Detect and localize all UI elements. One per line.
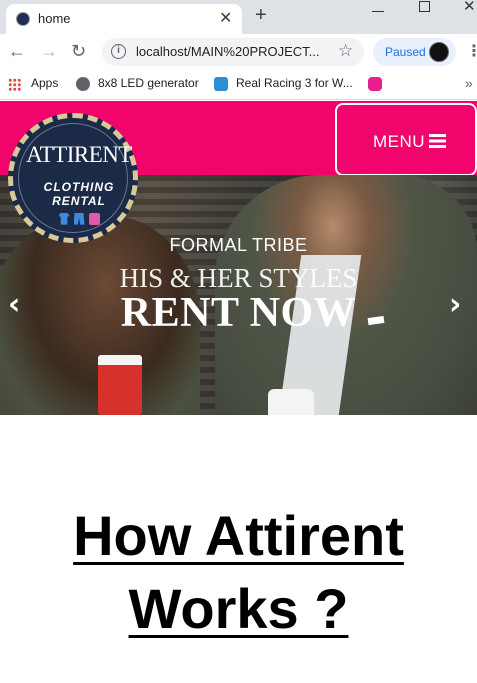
page-viewport: MENU FORMAL TRIBE HIS & HER STYLES RENT …	[0, 101, 477, 683]
address-bar[interactable]: i localhost/MAIN%20PROJECT... ☆	[102, 38, 364, 66]
logo-subtitle-rental: RENTAL	[52, 194, 106, 208]
jeans-icon	[73, 212, 85, 225]
tab-close-icon[interactable]: ✕	[219, 8, 232, 28]
browser-toolbar: ← → ↻ i localhost/MAIN%20PROJECT... ☆ Pa…	[0, 34, 477, 70]
shirt-icon	[58, 212, 70, 225]
bookmark-real-racing[interactable]: Real Racing 3 for W...	[236, 76, 353, 90]
site-logo[interactable]: ATTIRENT CLOTHING RENTAL	[8, 113, 138, 243]
how-it-works-heading: How Attirent Works ?	[0, 499, 477, 645]
tab-title: home	[38, 11, 71, 26]
heading-line-2: Works ?	[128, 577, 349, 640]
back-arrow-icon[interactable]: ←	[8, 41, 26, 62]
window-maximize-icon[interactable]	[419, 1, 430, 12]
browser-tab-home[interactable]: home ✕	[6, 4, 242, 34]
logo-ring: ATTIRENT CLOTHING RENTAL	[18, 123, 132, 233]
hero-image-cup-left	[98, 355, 142, 415]
new-tab-icon[interactable]: +	[255, 4, 267, 27]
window-close-icon[interactable]: ✕	[463, 0, 476, 15]
site-info-icon[interactable]: i	[111, 44, 126, 59]
site-favicon-icon	[16, 12, 30, 26]
menu-label: MENU	[373, 132, 426, 151]
logo-icons	[19, 210, 139, 225]
bookmark-star-icon[interactable]: ☆	[338, 41, 353, 61]
bookmark-led-generator[interactable]: 8x8 LED generator	[98, 76, 199, 90]
webassembly-icon[interactable]	[368, 77, 382, 91]
forward-arrow-icon[interactable]: →	[40, 41, 58, 62]
reload-icon[interactable]: ↻	[71, 41, 86, 62]
hero-image-cup-right	[268, 389, 314, 415]
bookmarks-overflow-icon[interactable]: »	[465, 75, 473, 91]
menu-button[interactable]: MENU	[335, 103, 477, 176]
logo-title: ATTIRENT	[26, 142, 132, 167]
slider-prev-icon[interactable]: ‹	[8, 287, 20, 322]
globe-icon	[76, 77, 90, 91]
profile-status-label: Paused	[385, 45, 426, 59]
url-text: localhost/MAIN%20PROJECT...	[136, 44, 320, 59]
shopping-bag-icon	[88, 212, 100, 225]
logo-subtitle-clothing: CLOTHING	[43, 180, 115, 194]
bookmarks-bar: Apps 8x8 LED generator Real Racing 3 for…	[0, 70, 477, 100]
window-minimize-icon[interactable]	[372, 0, 384, 12]
profile-button[interactable]: Paused	[373, 38, 456, 66]
apps-grid-icon	[8, 78, 21, 91]
browser-tabstrip: home ✕ + ✕	[0, 0, 477, 34]
avatar	[429, 42, 449, 62]
hamburger-icon	[429, 134, 446, 148]
heading-line-1: How Attirent	[73, 504, 404, 567]
bookmark-apps[interactable]: Apps	[31, 76, 58, 90]
slider-next-icon[interactable]: ›	[449, 287, 461, 322]
browser-menu-icon[interactable]: ⋮	[466, 41, 477, 61]
hero-caption-rent-now[interactable]: RENT NOW	[0, 289, 477, 337]
racing-icon	[214, 77, 228, 91]
